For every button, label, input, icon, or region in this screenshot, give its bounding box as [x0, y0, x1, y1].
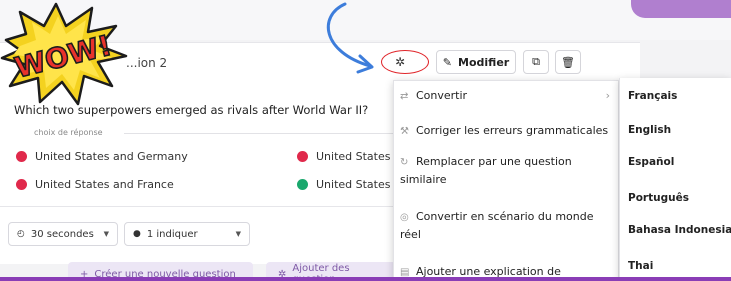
- timer-icon: ◴: [17, 229, 25, 239]
- choice-3: United States and France: [16, 178, 174, 191]
- language-option[interactable]: Thai: [628, 260, 653, 272]
- delete-button[interactable]: 🗑: [555, 50, 581, 74]
- language-option[interactable]: Español: [628, 156, 674, 168]
- choices-divider: [124, 133, 394, 134]
- menu-item-label-cont: réel: [400, 228, 421, 241]
- language-option[interactable]: Français: [628, 90, 677, 102]
- edit-button[interactable]: ✎ Modifier: [436, 50, 516, 74]
- correct-dot-icon: [297, 179, 308, 190]
- choices-label: choix de réponse: [34, 128, 103, 137]
- incorrect-dot-icon: [297, 151, 308, 162]
- language-submenu: Français English Español Português Bahas…: [619, 78, 731, 281]
- menu-item-label: Convertir: [416, 89, 468, 102]
- pencil-icon: ✎: [442, 55, 453, 69]
- menu-item-label: Remplacer par une question: [416, 155, 572, 168]
- menu-item-real-world[interactable]: ◎ Convertir en scénario du monde réel: [394, 208, 620, 243]
- curved-arrow-icon: [326, 2, 374, 74]
- ai-actions-menu: ⇄ Convertir › ⚒ Corriger les erreurs gramm…: [393, 80, 619, 281]
- trash-icon: 🗑: [561, 55, 575, 69]
- choice-label: United States: [316, 150, 391, 163]
- incorrect-dot-icon: [16, 151, 27, 162]
- wow-sticker: WOW!: [0, 2, 128, 106]
- choice-label: United States and Germany: [35, 150, 188, 163]
- menu-item-replace-similar[interactable]: ↻ Remplacer par une question similaire: [394, 153, 620, 188]
- copy-icon: ⧉: [532, 55, 540, 68]
- hint-select[interactable]: ● 1 indiquer ▼: [124, 222, 250, 246]
- menu-item-label: Corriger les erreurs grammaticales: [416, 124, 609, 137]
- choice-label: United States: [316, 178, 391, 191]
- chevron-down-icon: ▼: [103, 230, 109, 238]
- menu-item-label: Convertir en scénario du monde: [416, 210, 594, 223]
- menu-item-convert[interactable]: ⇄ Convertir ›: [394, 87, 620, 105]
- language-option[interactable]: Português: [628, 192, 689, 204]
- language-option[interactable]: English: [628, 124, 671, 136]
- wrench-icon: ⚒: [400, 126, 409, 137]
- incorrect-dot-icon: [16, 179, 27, 190]
- choice-2: United States: [297, 150, 391, 163]
- choice-label: United States and France: [35, 178, 174, 191]
- convert-icon: ⇄: [400, 91, 409, 102]
- choice-4: United States: [297, 178, 391, 191]
- settings-divider: [0, 206, 395, 207]
- question-number: ...ion 2: [126, 56, 168, 70]
- hint-value: 1 indiquer: [146, 228, 198, 240]
- menu-item-label-cont: similaire: [400, 173, 447, 186]
- choice-1: United States and Germany: [16, 150, 188, 163]
- menu-item-fix-grammar[interactable]: ⚒ Corriger les erreurs grammaticales: [394, 122, 620, 140]
- replace-icon: ↻: [400, 157, 409, 168]
- copy-button[interactable]: ⧉: [523, 50, 549, 74]
- scenario-icon: ◎: [400, 212, 409, 223]
- hint-icon: ●: [133, 229, 141, 239]
- chevron-down-icon: ▼: [235, 230, 241, 238]
- accent-tab: [631, 0, 731, 18]
- accent-bottom-bar: [0, 277, 731, 281]
- chevron-right-icon: ›: [605, 89, 610, 102]
- time-value: 30 secondes: [30, 228, 94, 240]
- time-select[interactable]: ◴ 30 secondes ▼: [8, 222, 118, 246]
- language-option[interactable]: Bahasa Indonesia: [628, 224, 731, 236]
- edit-label: Modifier: [458, 55, 510, 69]
